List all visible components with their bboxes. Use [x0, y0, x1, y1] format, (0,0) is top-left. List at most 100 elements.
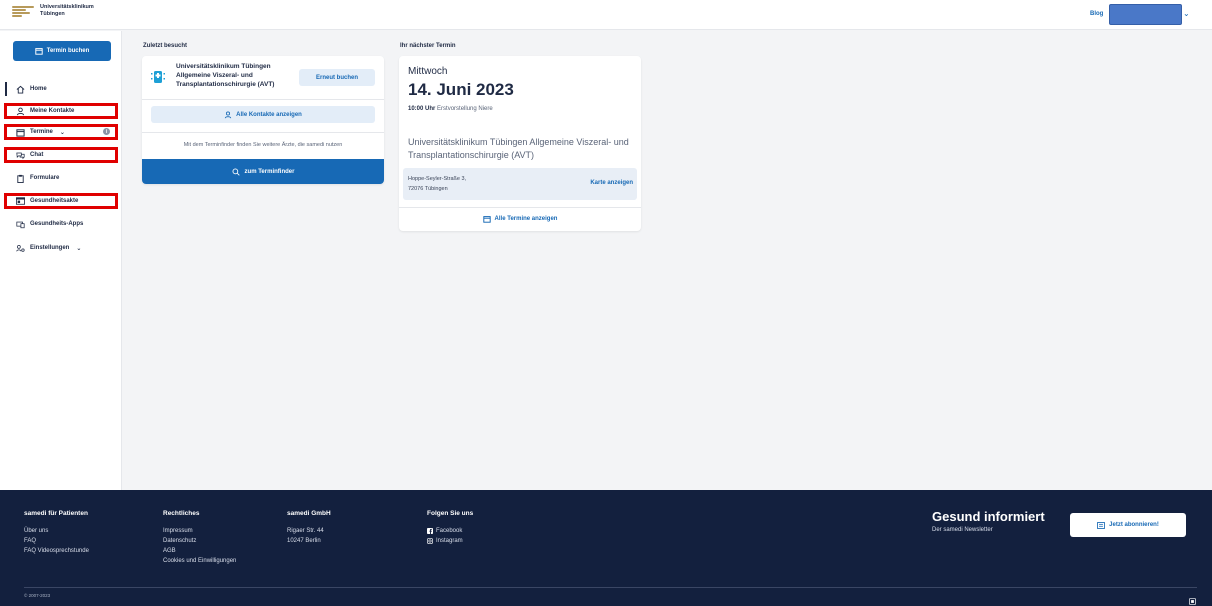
accessibility-icon[interactable]	[1189, 592, 1196, 605]
appointment-finder-button[interactable]: zum Terminfinder	[142, 159, 384, 184]
apps-icon	[16, 220, 25, 229]
blog-link[interactable]: Blog	[1090, 11, 1103, 17]
all-contacts-label: Alle Kontakte anzeigen	[236, 111, 302, 118]
recent-visit-card: Universitätsklinikum Tübingen Allgemeine…	[142, 56, 384, 184]
appointment-type: Erstvorstellung Niere	[437, 106, 493, 112]
person-icon	[16, 107, 25, 116]
hospital-icon	[151, 69, 165, 85]
appointment-address-box: Hoppe-Seyler-Straße 3, 72076 Tübingen Ka…	[403, 168, 637, 200]
footer-link-privacy[interactable]: Datenschutz	[163, 536, 236, 546]
chat-icon	[16, 151, 25, 160]
sidebar: Termin buchen Home Meine Kontakte Termin…	[0, 31, 122, 490]
appointment-time-value: 10:00 Uhr	[408, 106, 436, 112]
sidebar-item-chat[interactable]: Chat	[4, 147, 118, 163]
divider	[142, 99, 384, 100]
facebook-label: Facebook	[436, 528, 463, 534]
footer-link-terms[interactable]: AGB	[163, 546, 236, 556]
footer-address-city: 10247 Berlin	[287, 538, 321, 544]
divider	[142, 132, 384, 133]
home-icon	[16, 85, 25, 94]
instagram-label: Instagram	[436, 538, 463, 544]
footer-heading: Rechtliches	[163, 510, 200, 517]
logo-text: Universitätsklinikum Tübingen	[40, 4, 94, 18]
footer-divider	[24, 587, 1197, 588]
appointment-location-name: Universitätsklinikum Tübingen Allgemeine…	[408, 137, 629, 160]
info-icon: i	[103, 128, 110, 135]
calendar-icon	[35, 48, 43, 55]
sidebar-item-label: Gesundheitsakte	[30, 198, 79, 204]
calendar-icon	[16, 128, 25, 137]
appointment-time: 10:00 Uhr Erstvorstellung Niere	[408, 106, 493, 112]
footer-heading: samedi GmbH	[287, 510, 331, 517]
sidebar-item-appointments[interactable]: Termine ⌄ i	[4, 124, 118, 140]
newsletter-icon	[1097, 521, 1106, 529]
appointment-address: Hoppe-Seyler-Straße 3, 72076 Tübingen	[408, 174, 466, 194]
footer-col-legal: Rechtliches Impressum Datenschutz AGB Co…	[163, 510, 236, 566]
facebook-icon	[427, 528, 433, 534]
show-map-link[interactable]: Karte anzeigen	[590, 180, 633, 186]
book-appointment-label: Termin buchen	[46, 48, 90, 54]
newsletter-subtitle: Der samedi Newsletter	[932, 527, 993, 533]
logo-line-1: Universitätsklinikum	[40, 4, 94, 10]
subscribe-button[interactable]: Jetzt abonnieren!	[1070, 513, 1186, 537]
user-menu-button[interactable]	[1109, 4, 1182, 25]
footer-link-instagram[interactable]: Instagram	[427, 536, 473, 546]
divider	[399, 207, 641, 208]
logo[interactable]: Universitätsklinikum Tübingen	[12, 4, 94, 18]
chevron-down-icon: ⌄	[76, 245, 82, 252]
sidebar-item-label: Termine	[30, 129, 53, 135]
book-appointment-button[interactable]: Termin buchen	[13, 41, 111, 61]
appointment-finder-label: zum Terminfinder	[244, 168, 295, 175]
next-appointment-title: Ihr nächster Termin	[400, 43, 456, 49]
all-appointments-label: Alle Termine anzeigen	[494, 216, 558, 222]
chevron-down-icon: ⌄	[59, 129, 65, 136]
clipboard-icon	[16, 174, 25, 183]
footer-heading: samedi für Patienten	[24, 510, 88, 517]
footer-link-cookies[interactable]: Cookies und Einwilligungen	[163, 556, 236, 566]
sidebar-item-label: Formulare	[30, 175, 60, 181]
finder-description: Mit dem Terminfinder finden Sie weitere …	[183, 142, 343, 148]
sidebar-item-settings[interactable]: Einstellungen ⌄	[5, 241, 117, 255]
next-appointment-card: Mittwoch 14. Juni 2023 10:00 Uhr Erstvor…	[399, 56, 641, 231]
footer-link-about[interactable]: Über uns	[24, 526, 89, 536]
footer-address-street: Rigaer Str. 44	[287, 528, 324, 534]
footer-col-social: Folgen Sie uns Facebook Instagram	[427, 510, 473, 546]
copyright: © 2007-2023	[24, 593, 51, 598]
footer-link-facebook[interactable]: Facebook	[427, 526, 473, 536]
appointment-weekday: Mittwoch	[408, 66, 448, 77]
calendar-icon	[482, 216, 491, 223]
sidebar-item-home[interactable]: Home	[5, 82, 117, 96]
rebook-button[interactable]: Erneut buchen	[299, 69, 375, 86]
id-card-icon	[16, 197, 25, 206]
footer-link-faq[interactable]: FAQ	[24, 536, 89, 546]
footer-link-faq-video[interactable]: FAQ Videosprechstunde	[24, 546, 89, 556]
chevron-down-icon[interactable]: ⌄	[1183, 9, 1190, 18]
sidebar-item-label: Einstellungen	[30, 245, 70, 251]
appointment-date: 14. Juni 2023	[408, 80, 514, 99]
sidebar-item-forms[interactable]: Formulare	[5, 171, 117, 185]
sidebar-item-label: Gesundheits-Apps	[30, 221, 84, 227]
footer-heading: Folgen Sie uns	[427, 510, 474, 517]
subscribe-label: Jetzt abonnieren!	[1109, 522, 1159, 528]
footer-col-patients: samedi für Patienten Über uns FAQ FAQ Vi…	[24, 510, 89, 556]
instagram-icon	[427, 538, 433, 544]
search-icon	[232, 168, 240, 176]
footer-link-imprint[interactable]: Impressum	[163, 526, 236, 536]
newsletter-title: Gesund informiert	[932, 509, 1045, 524]
logo-line-2: Tübingen	[40, 11, 65, 17]
address-street: Hoppe-Seyler-Straße 3,	[408, 176, 467, 182]
sidebar-item-label: Meine Kontakte	[30, 108, 75, 114]
all-contacts-button[interactable]: Alle Kontakte anzeigen	[151, 106, 375, 123]
recent-section-title: Zuletzt besucht	[143, 43, 188, 49]
footer-col-company: samedi GmbH Rigaer Str. 44 10247 Berlin	[287, 510, 331, 546]
footer: samedi für Patienten Über uns FAQ FAQ Vi…	[0, 490, 1212, 606]
address-city: 72076 Tübingen	[408, 186, 448, 192]
top-bar: Universitätsklinikum Tübingen Blog ⌄	[0, 0, 1212, 30]
sidebar-item-contacts[interactable]: Meine Kontakte	[4, 103, 118, 119]
settings-icon	[16, 244, 25, 253]
logo-icon	[12, 4, 34, 18]
sidebar-item-health-apps[interactable]: Gesundheits-Apps	[5, 217, 117, 231]
sidebar-item-health-record[interactable]: Gesundheitsakte	[4, 193, 118, 209]
recent-practice-name[interactable]: Universitätsklinikum Tübingen Allgemeine…	[176, 62, 306, 89]
all-appointments-link[interactable]: Alle Termine anzeigen	[399, 215, 641, 223]
